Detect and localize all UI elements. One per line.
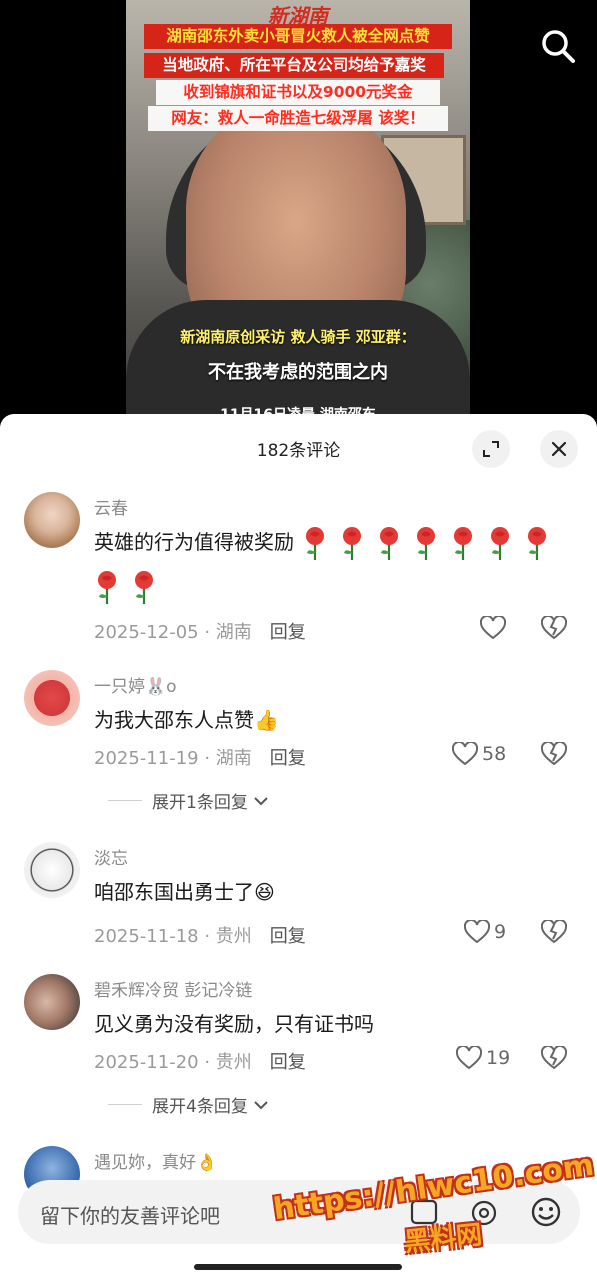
- comment-username[interactable]: 遇见妳，真好👌: [94, 1148, 217, 1173]
- comment-meta: 2025-11-18 · 贵州 回复: [94, 926, 306, 947]
- home-indicator[interactable]: [194, 1264, 402, 1270]
- comment-location: 湖南: [215, 622, 252, 643]
- heart-icon: [480, 616, 506, 640]
- rose-emoji: [454, 526, 472, 560]
- comment-location: 贵州: [215, 1052, 252, 1073]
- divider-line: [108, 1104, 142, 1105]
- avatar[interactable]: [24, 842, 80, 898]
- heart-icon: [464, 920, 490, 944]
- comment-date: 2025-11-20: [94, 1052, 199, 1073]
- rose-emoji: [135, 570, 153, 604]
- comment-username[interactable]: 碧禾辉冷贸 彭记冷链: [94, 976, 252, 1001]
- reply-button[interactable]: 回复: [270, 926, 306, 947]
- like-button[interactable]: [480, 616, 510, 640]
- divider-line: [108, 800, 142, 801]
- comment-date: 2025-11-19: [94, 748, 199, 769]
- screen: 新湖南 湖南邵东外卖小哥冒火救人被全网点赞 当地政府、所在平台及公司均给予嘉奖 …: [0, 0, 597, 1280]
- chevron-down-icon: [254, 1100, 268, 1109]
- comment-meta: 2025-11-20 · 贵州 回复: [94, 1052, 306, 1073]
- comment-text: 咱邵东国出勇士了😆: [94, 880, 275, 904]
- comment-meta: 2025-11-19 · 湖南 回复: [94, 748, 306, 769]
- headline-2: 当地政府、所在平台及公司均给予嘉奖: [144, 53, 444, 78]
- reply-button[interactable]: 回复: [270, 1052, 306, 1073]
- comment-input-placeholder: 留下你的友善评论吧: [40, 1204, 220, 1228]
- rose-emoji: [98, 570, 116, 604]
- expand-sheet-button[interactable]: [472, 430, 510, 468]
- expand-replies-label: 展开1条回复: [152, 793, 248, 813]
- rose-emoji: [528, 526, 546, 560]
- rose-emoji: [343, 526, 361, 560]
- close-sheet-button[interactable]: [540, 430, 578, 468]
- like-count: 58: [482, 743, 507, 765]
- broken-heart-icon: [540, 614, 568, 640]
- dislike-button[interactable]: [540, 1044, 568, 1074]
- search-icon: [542, 30, 575, 63]
- comment-date: 2025-11-18: [94, 926, 199, 947]
- comment-text: 为我大邵东人点赞👍: [94, 708, 279, 732]
- video-player[interactable]: 新湖南 湖南邵东外卖小哥冒火救人被全网点赞 当地政府、所在平台及公司均给予嘉奖 …: [126, 0, 470, 430]
- comment-date: 2025-12-05: [94, 622, 199, 643]
- comment-text: 见义勇为没有奖励，只有证书吗: [94, 1012, 374, 1036]
- comment-username[interactable]: 淡忘: [94, 844, 128, 869]
- chevron-down-icon: [254, 796, 268, 805]
- expand-icon: [483, 441, 499, 457]
- like-button[interactable]: 58: [452, 742, 506, 766]
- avatar[interactable]: [24, 492, 80, 548]
- like-button[interactable]: 9: [464, 920, 506, 944]
- expand-replies-button[interactable]: 展开4条回复: [108, 1092, 270, 1117]
- like-count: 19: [486, 1047, 511, 1069]
- heart-icon: [456, 1046, 482, 1070]
- broken-heart-icon: [540, 1044, 568, 1070]
- rose-emoji: [491, 526, 509, 560]
- dislike-button[interactable]: [540, 740, 568, 770]
- video-caption-main: 不在我考虑的范围之内: [208, 362, 388, 383]
- avatar[interactable]: [24, 974, 80, 1030]
- emoji-icon[interactable]: [530, 1196, 562, 1228]
- like-button[interactable]: 19: [456, 1046, 510, 1070]
- search-button[interactable]: [538, 26, 578, 66]
- dislike-button[interactable]: [540, 614, 568, 644]
- comment-meta: 2025-12-05 · 湖南 回复: [94, 622, 306, 643]
- broken-heart-icon: [540, 740, 568, 766]
- reply-button[interactable]: 回复: [270, 622, 306, 643]
- rose-emoji: [306, 526, 324, 560]
- headline-3: 收到锦旗和证书以及9000元奖金: [156, 80, 440, 105]
- broken-heart-icon: [540, 918, 568, 944]
- expand-replies-button[interactable]: 展开1条回复: [108, 788, 270, 813]
- close-icon: [551, 441, 567, 457]
- comment-text-body: 英雄的行为值得被奖励: [94, 530, 294, 554]
- comment-sheet: 182条评论 云春 英雄的行为值得被奖励 2025-12-05 · 湖南回复: [0, 414, 597, 1280]
- headline-4: 网友：救人一命胜造七级浮屠 该奖！: [148, 106, 448, 131]
- expand-replies-label: 展开4条回复: [152, 1097, 248, 1117]
- headline-1: 湖南邵东外卖小哥冒火救人被全网点赞: [144, 24, 452, 49]
- comment-username[interactable]: 一只婷🐰o: [94, 672, 177, 697]
- like-count: 9: [494, 921, 507, 943]
- dislike-button[interactable]: [540, 918, 568, 948]
- comment-location: 贵州: [215, 926, 252, 947]
- heart-icon: [452, 742, 478, 766]
- comment-username[interactable]: 云春: [94, 494, 128, 519]
- rose-emoji: [417, 526, 435, 560]
- video-caption-top: 新湖南原创采访 救人骑手 邓亚群：: [180, 328, 416, 346]
- reply-button[interactable]: 回复: [270, 748, 306, 769]
- comment-location: 湖南: [215, 748, 252, 769]
- avatar[interactable]: [24, 670, 80, 726]
- comment-text: 英雄的行为值得被奖励: [94, 520, 564, 608]
- rose-emoji: [380, 526, 398, 560]
